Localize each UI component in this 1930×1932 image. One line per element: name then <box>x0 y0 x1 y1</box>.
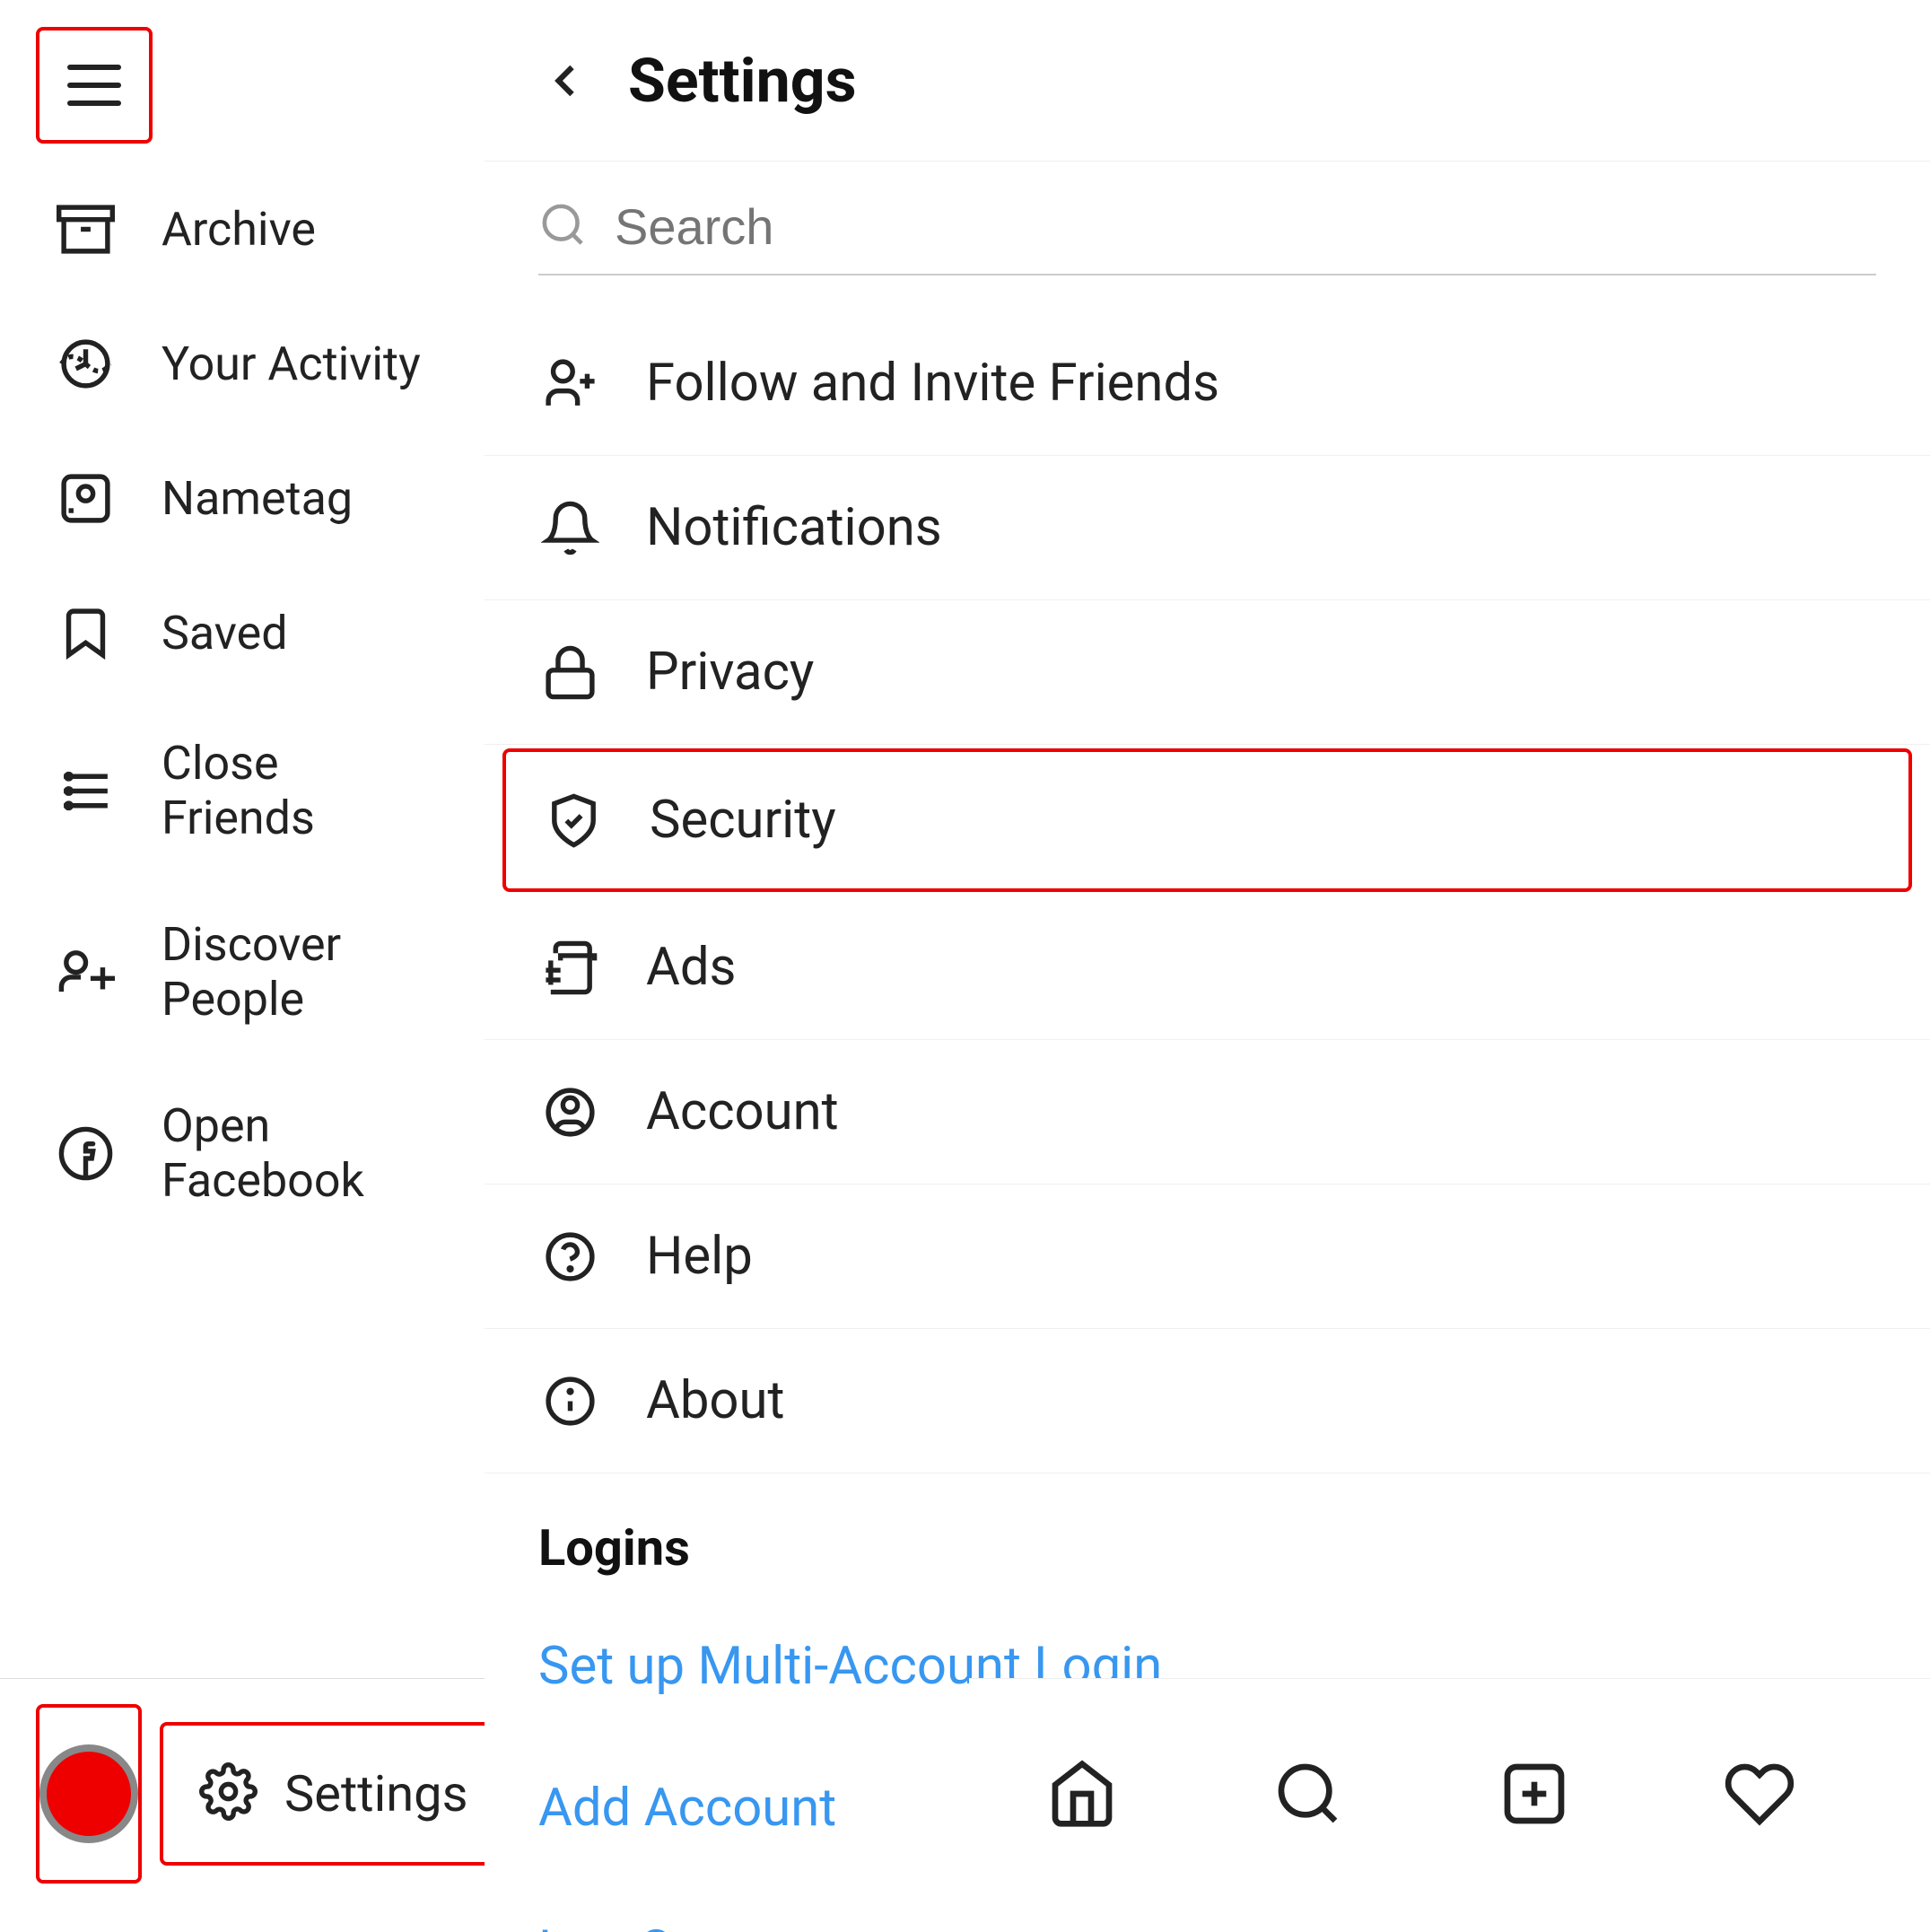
nav-heart[interactable] <box>1724 1758 1795 1830</box>
nav-add[interactable] <box>1498 1758 1570 1830</box>
settings-title: Settings <box>628 45 857 117</box>
activity-icon <box>54 332 117 395</box>
menu-item-nametag-label: Nametag <box>162 471 353 526</box>
bottom-bar: Settings <box>0 1678 485 1908</box>
menu-item-saved-label: Saved <box>162 606 288 660</box>
menu-item-nametag[interactable]: Nametag <box>0 431 485 565</box>
search-input[interactable] <box>615 197 1876 256</box>
settings-item-help-label: Help <box>646 1226 753 1287</box>
settings-item-privacy[interactable]: Privacy <box>485 600 1930 745</box>
settings-item-account-label: Account <box>646 1081 839 1142</box>
logins-label: Logins <box>538 1518 690 1578</box>
settings-item-ads-label: Ads <box>646 937 736 998</box>
menu-item-close-friends[interactable]: Close Friends <box>0 700 485 881</box>
menu-items-list: Archive Your Activity Nametag <box>0 162 485 1244</box>
archive-icon <box>54 197 117 260</box>
logins-section-header: Logins <box>485 1473 1930 1595</box>
record-circle <box>39 1744 138 1843</box>
menu-item-saved[interactable]: Saved <box>0 565 485 700</box>
nav-search[interactable] <box>1272 1758 1344 1830</box>
login-item-add-label: Add Account <box>538 1778 836 1839</box>
settings-item-notifications[interactable]: Notifications <box>485 456 1930 600</box>
menu-item-discover[interactable]: Discover People <box>0 881 485 1062</box>
bell-icon <box>538 496 601 559</box>
settings-item-about-label: About <box>646 1370 784 1431</box>
hamburger-icon <box>67 65 121 106</box>
bottom-nav <box>969 1678 1930 1908</box>
settings-header: Settings <box>485 0 1930 162</box>
menu-item-activity-label: Your Activity <box>162 337 421 391</box>
nav-home[interactable] <box>1046 1758 1118 1830</box>
gear-icon <box>199 1762 258 1824</box>
close-friends-icon <box>54 759 117 822</box>
help-icon <box>538 1225 601 1288</box>
follow-icon <box>538 352 601 415</box>
search-icon <box>538 200 588 253</box>
shield-icon <box>542 789 605 852</box>
menu-item-close-friends-label: Close Friends <box>162 736 431 845</box>
settings-item-notifications-label: Notifications <box>646 497 942 558</box>
search-bar <box>538 197 1876 275</box>
menu-overlay: Archive Your Activity Nametag <box>0 0 485 1678</box>
settings-item-security[interactable]: Security <box>502 748 1912 892</box>
lock-icon <box>538 641 601 704</box>
hamburger-button[interactable] <box>36 27 153 144</box>
menu-item-activity[interactable]: Your Activity <box>0 296 485 431</box>
record-button-left[interactable] <box>36 1704 142 1884</box>
bottom-settings-label: Settings <box>284 1764 467 1823</box>
settings-item-help[interactable]: Help <box>485 1185 1930 1329</box>
back-button[interactable] <box>538 54 592 108</box>
settings-item-follow[interactable]: Follow and Invite Friends <box>485 311 1930 456</box>
settings-bottom-button[interactable]: Settings <box>160 1722 507 1866</box>
menu-item-archive[interactable]: Archive <box>0 162 485 296</box>
facebook-icon <box>54 1122 117 1185</box>
settings-item-about[interactable]: About <box>485 1329 1930 1473</box>
nametag-icon <box>54 467 117 529</box>
info-icon <box>538 1369 601 1432</box>
menu-item-facebook[interactable]: Open Facebook <box>0 1062 485 1244</box>
settings-item-account[interactable]: Account <box>485 1040 1930 1185</box>
login-item-logout-label: Log Out <box>538 1919 720 1932</box>
discover-icon <box>54 940 117 1003</box>
saved-icon <box>54 601 117 664</box>
settings-item-ads[interactable]: Ads <box>485 896 1930 1040</box>
settings-item-follow-label: Follow and Invite Friends <box>646 353 1219 414</box>
settings-item-privacy-label: Privacy <box>646 642 814 703</box>
settings-item-security-label: Security <box>650 790 836 851</box>
account-icon <box>538 1080 601 1143</box>
menu-item-facebook-label: Open Facebook <box>162 1098 431 1208</box>
settings-panel: Settings Follow and Invite Friends Notif… <box>485 0 1930 1908</box>
left-panel: ... Archive Your Activity <box>0 0 485 1908</box>
menu-item-discover-label: Discover People <box>162 917 431 1027</box>
menu-item-archive-label: Archive <box>162 202 316 257</box>
ads-icon <box>538 936 601 999</box>
